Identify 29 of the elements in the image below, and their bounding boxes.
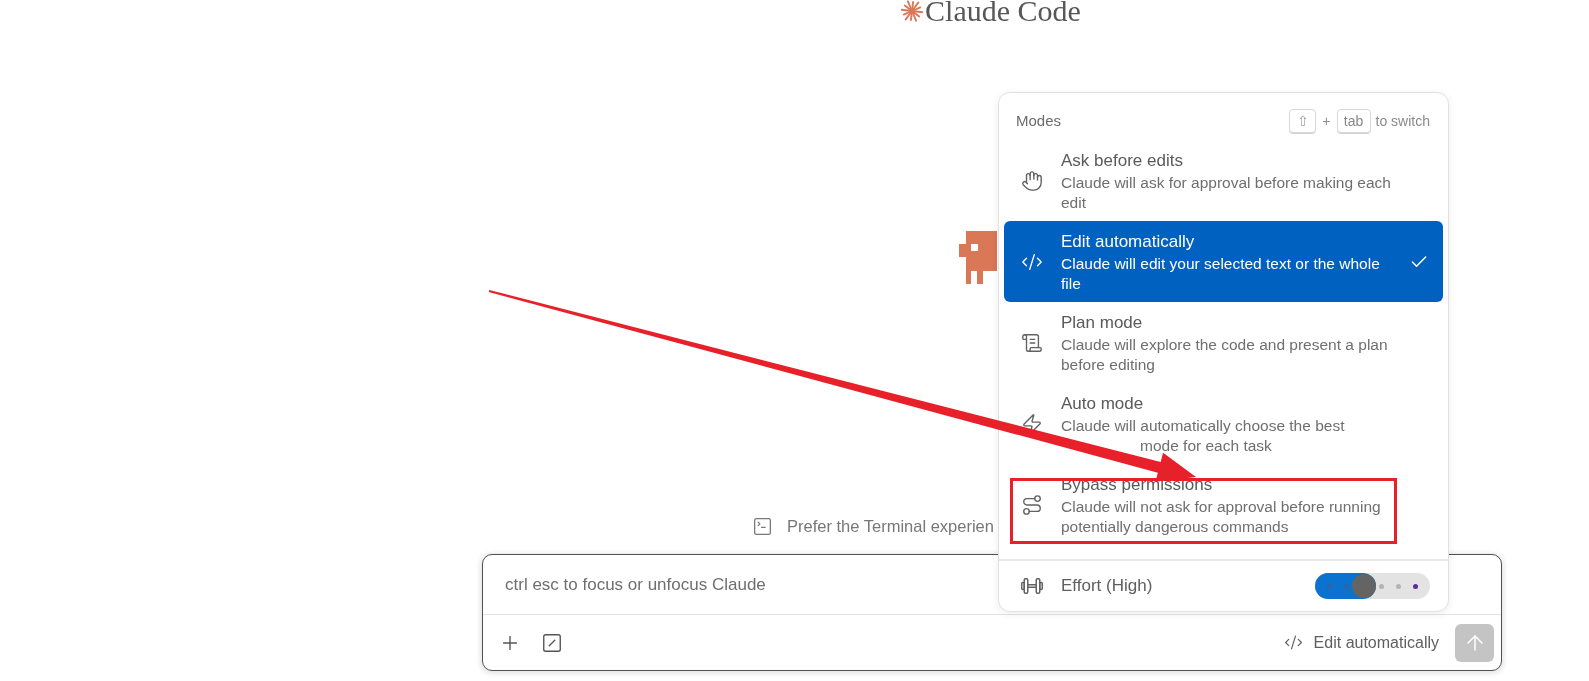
effort-label: Effort (High)	[1061, 575, 1153, 598]
effort-slider[interactable]	[1315, 573, 1430, 599]
option-title: Plan mode	[1061, 312, 1144, 334]
option-title: Auto mode	[1061, 393, 1145, 415]
option-description: Claude will automatically choose the best mode for each task	[1061, 416, 1346, 455]
option-description: Claude will ask for approval before making each edit	[1061, 173, 1392, 212]
key-joiner-text: +	[1322, 111, 1331, 131]
option-description: Claude will not ask for approval before running potentially dangerous commands	[1061, 497, 1382, 536]
code-icon	[1283, 633, 1303, 652]
slash-icon	[541, 631, 563, 654]
option-description: Claude will edit your selected text or the whole file	[1061, 254, 1381, 293]
scroll-icon	[1021, 331, 1043, 354]
mode-button[interactable]: Edit automatically	[1283, 627, 1439, 658]
keyboard-key: tab	[1336, 109, 1371, 133]
starburst-icon	[901, 0, 924, 22]
option-title: Ask before edits	[1061, 150, 1184, 172]
terminal-icon	[752, 515, 773, 537]
keyboard-key: ⇧	[1289, 109, 1317, 133]
terminal-hint-text: Prefer the Terminal experien	[787, 516, 994, 536]
pixel-creature-icon	[959, 230, 997, 284]
menu-heading: Modes	[1016, 110, 1062, 131]
dumbbell-icon	[1020, 576, 1044, 596]
shortcut-hint: to switch	[1375, 111, 1430, 131]
route-icon	[1021, 493, 1043, 516]
option-title: Edit automatically	[1061, 231, 1196, 253]
mode-option[interactable]: Edit automatically Claude will edit your selected text or the whole file	[1004, 221, 1443, 302]
app-title: Claude Code	[925, 0, 1081, 25]
hand-icon	[1021, 169, 1043, 192]
option-description: Claude will explore the code and present a plan before editing	[1061, 335, 1389, 374]
